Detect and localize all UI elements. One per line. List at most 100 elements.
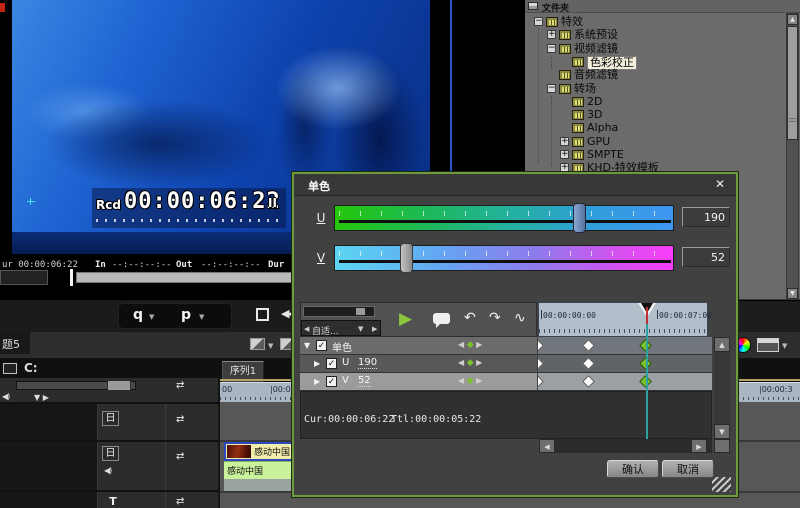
collapse-icon[interactable]: − [547, 83, 556, 93]
enable-checkbox[interactable]: ✓ [316, 340, 327, 351]
enable-checkbox[interactable]: ✓ [326, 376, 337, 387]
keyframe-row-V[interactable]: ▶ ✓ V 52 ◀ ◆ ▶ [300, 373, 712, 391]
expand-arrow-icon[interactable]: ▶ [314, 377, 320, 386]
audio-clip[interactable]: 感动中国 [224, 461, 294, 479]
tree-item-label[interactable]: 转场 [574, 82, 596, 95]
tree-item-label[interactable]: 音频滤镜 [574, 69, 618, 81]
scroll-up-icon[interactable]: ▲ [714, 337, 730, 352]
tree-item-特效[interactable]: − 特效 [525, 16, 783, 29]
keyframe-zoom-slider[interactable] [303, 306, 375, 317]
v-value-field[interactable]: 52 [682, 247, 730, 267]
video-clip[interactable]: 感动中国 [224, 442, 294, 461]
monitor-icon[interactable] [3, 363, 17, 374]
u-value-field[interactable]: 190 [682, 207, 730, 227]
tree-item-2D[interactable]: 2D [525, 95, 783, 109]
collapse-icon[interactable]: − [547, 43, 556, 53]
keyframe-row-U[interactable]: ▶ ✓ U 190 ◀ ◆ ▶ [300, 355, 712, 373]
keyframe-row-timeline[interactable] [538, 355, 712, 373]
slider-handle[interactable] [356, 308, 365, 315]
cancel-button[interactable]: 取消 [662, 460, 714, 478]
keyframe-row-timeline[interactable] [538, 337, 712, 355]
expand-arrow-icon[interactable]: ▼ [304, 341, 310, 350]
tree-item-label[interactable]: 视频滤镜 [574, 42, 618, 55]
keyframe-diamond[interactable] [538, 375, 544, 388]
scroll-up-icon[interactable]: ▲ [787, 14, 798, 25]
tree-item-label[interactable]: 3D [587, 109, 602, 121]
sync-icon[interactable]: ⇄ [176, 496, 184, 507]
row-value[interactable]: 52 [358, 375, 371, 387]
speaker-icon[interactable]: ◀) [104, 466, 112, 475]
keyframe-diamond[interactable] [538, 357, 544, 370]
bin-scrollbar[interactable]: ▲ ▼ [786, 13, 799, 300]
add-keyframe-icon[interactable]: ◆ [467, 340, 474, 350]
tree-item-色彩校正[interactable]: 色彩校正 [525, 55, 783, 70]
fit-dropdown[interactable]: ◀ 自适... ▼ ▶ [301, 320, 381, 337]
keyframe-nav[interactable]: ◀ ◆ ▶ [458, 358, 504, 368]
close-icon[interactable]: ✕ [712, 177, 728, 192]
resize-grip-icon[interactable] [712, 477, 731, 492]
tree-item-Alpha[interactable]: Alpha [525, 122, 783, 135]
sync-icon[interactable]: ⇄ [176, 451, 184, 462]
expand-icon[interactable]: + [560, 163, 569, 173]
scroll-right-icon[interactable]: ▶ [691, 439, 707, 453]
mark-out-button[interactable]: p [181, 307, 191, 323]
slider-handle[interactable] [107, 380, 131, 391]
enable-checkbox[interactable]: ✓ [326, 358, 337, 369]
tree-item-系统预设[interactable]: + 系统预设 [525, 29, 783, 42]
snap-magnet-icon[interactable]: C: [24, 361, 38, 375]
tree-item-转场[interactable]: − 转场 [525, 82, 783, 96]
keyframe-nav[interactable]: ◀ ◆ ▶ [458, 340, 504, 350]
prev-icon[interactable]: ◀ [304, 325, 309, 333]
track-height-slider[interactable] [16, 380, 136, 391]
keyframe-diamond[interactable] [538, 339, 544, 352]
track-mode-dropdown-icon[interactable]: ▼ ▶ [34, 393, 49, 402]
tree-item-音频滤镜[interactable]: 音频滤镜 [525, 69, 783, 82]
title-track-badge[interactable]: T [106, 495, 120, 508]
sync-icon[interactable]: ⇄ [176, 380, 184, 391]
stop-button[interactable] [256, 308, 269, 321]
add-keyframe-icon[interactable]: ◆ [467, 358, 474, 368]
next-icon[interactable]: ▶ [372, 325, 377, 333]
keyframe-ruler[interactable]: 00:00:00:00 00:00:07:00 [538, 302, 712, 337]
tree-item-label[interactable]: Alpha [587, 122, 618, 134]
curve-icon[interactable]: ∿ [514, 310, 526, 326]
keyframe-nav[interactable]: ◀ ◆ ▶ [458, 376, 504, 386]
play-icon[interactable]: ▶ [399, 309, 412, 329]
keyframe-diamond[interactable] [582, 375, 595, 388]
keyframe-row-timeline[interactable] [538, 373, 712, 391]
sync-icon[interactable]: ⇄ [176, 414, 184, 425]
panel-dropdown-icon[interactable]: ▼ [782, 342, 787, 350]
dialog-hscrollbar[interactable] [539, 439, 712, 453]
tree-item-GPU[interactable]: + GPU [525, 135, 783, 149]
scroll-down-icon[interactable]: ▼ [787, 288, 798, 299]
comment-bubble-icon[interactable] [433, 313, 450, 328]
undo-icon[interactable]: ↶ [464, 310, 476, 326]
u-slider[interactable] [334, 203, 674, 233]
keyframe-diamond[interactable] [582, 357, 595, 370]
tree-item-label[interactable]: 系统预设 [574, 29, 618, 41]
tree-item-label[interactable]: GPU [587, 135, 610, 148]
timeline-ruler-left[interactable]: 00 |00:0 [220, 382, 297, 402]
keyframe-row-单色[interactable]: ▼ ✓ 单色 ◀ ◆ ▶ [300, 337, 712, 355]
v-slider[interactable] [334, 243, 674, 273]
mark-in-button[interactable]: q [133, 307, 143, 323]
redo-icon[interactable]: ↷ [489, 310, 501, 326]
v-slider-handle[interactable] [400, 243, 413, 273]
mark-out-dropdown-icon[interactable]: ▼ [199, 313, 204, 321]
tree-item-3D[interactable]: 3D [525, 109, 783, 122]
speaker-icon[interactable]: ◀) [2, 392, 10, 401]
timeline-ruler-right[interactable]: |00:00:3 [738, 382, 800, 402]
video-track-badge[interactable]: 日 [102, 446, 119, 461]
panel-window-icon[interactable] [757, 338, 779, 352]
tree-item-视频滤镜[interactable]: − 视频滤镜 [525, 42, 783, 56]
chevron-down-icon[interactable]: ▼ [358, 325, 363, 333]
u-slider-handle[interactable] [573, 203, 586, 233]
layout-dropdown-icon[interactable]: ▼ [268, 342, 273, 350]
expand-icon[interactable]: + [560, 136, 569, 146]
collapse-icon[interactable]: − [534, 17, 543, 26]
tree-item-label[interactable]: 特效 [561, 16, 583, 28]
layout-icon[interactable] [250, 338, 265, 350]
row-value[interactable]: 190 [358, 357, 378, 369]
mark-in-dropdown-icon[interactable]: ▼ [149, 313, 154, 321]
scroll-down-icon[interactable]: ▼ [714, 424, 730, 439]
